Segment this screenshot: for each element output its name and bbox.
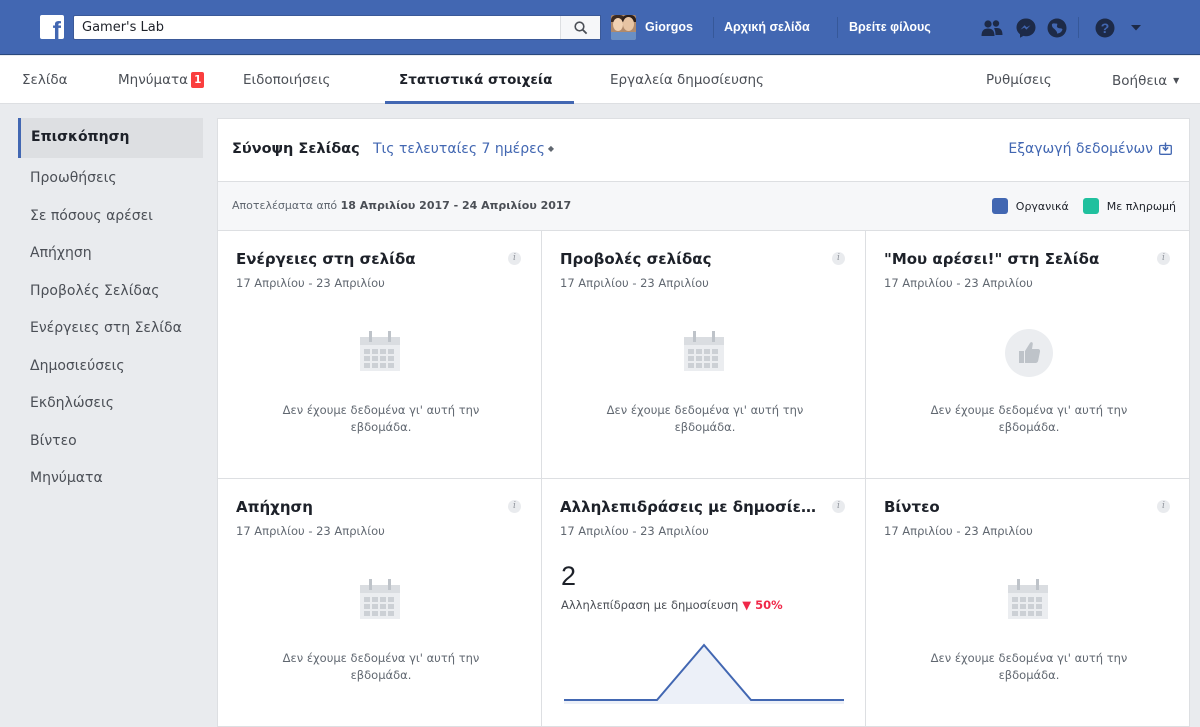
account-menu-caret-icon[interactable] xyxy=(1130,24,1142,32)
help-icon[interactable]: ? xyxy=(1093,16,1117,40)
search-input[interactable] xyxy=(74,16,554,39)
page-summary-panel: Σύνοψη Σελίδας Τις τελευταίες 7 ημέρες ◆ … xyxy=(217,118,1190,727)
calendar-icon xyxy=(1008,579,1048,619)
sidebar-item-posts[interactable]: Δημοσιεύσεις xyxy=(18,346,203,384)
search-box xyxy=(73,15,601,40)
tab-messages-label: Μηνύματα xyxy=(118,72,189,88)
calendar-icon xyxy=(360,579,400,619)
calendar-icon xyxy=(360,331,400,371)
page-navigation-bar: Σελίδα Μηνύματα 1 Ειδοποιήσεις Στατιστικά… xyxy=(0,56,1200,104)
results-bar: Αποτελέσματα από 18 Απριλίου 2017 - 24 Α… xyxy=(218,182,1189,231)
insights-sidebar: Επισκόπηση Προωθήσεις Σε πόσους αρέσει Α… xyxy=(18,118,203,496)
tile-page-likes[interactable]: "Μου αρέσει!" στη Σελίδα 17 Απριλίου - 2… xyxy=(866,231,1190,479)
settings-link[interactable]: Ρυθμίσεις xyxy=(986,56,1052,104)
download-icon xyxy=(1159,142,1172,155)
search-button[interactable] xyxy=(560,16,600,39)
facebook-logo-icon[interactable]: f xyxy=(40,15,64,39)
legend-paid: Με πληρωμή xyxy=(1082,198,1176,214)
tab-page[interactable]: Σελίδα xyxy=(22,56,68,104)
info-icon[interactable]: i xyxy=(832,252,845,265)
tab-publishing-tools[interactable]: Εργαλεία δημοσίευσης xyxy=(610,56,764,104)
help-menu[interactable]: Βοήθεια ▼ xyxy=(1112,56,1179,104)
messenger-icon[interactable] xyxy=(1014,16,1038,40)
tile-date: 17 Απριλίου - 23 Απριλίου xyxy=(560,524,709,538)
engagement-count: 2 xyxy=(561,561,577,591)
tile-date: 17 Απριλίου - 23 Απριλίου xyxy=(884,276,1033,290)
tile-title: Ενέργειες στη σελίδα xyxy=(236,250,416,268)
export-data-button[interactable]: Εξαγωγή δεδομένων xyxy=(1008,141,1172,157)
sidebar-item-reach[interactable]: Απήχηση xyxy=(18,233,203,271)
profile-link[interactable]: Giorgos xyxy=(645,18,693,36)
tab-messages[interactable]: Μηνύματα 1 xyxy=(118,56,205,104)
legend-organic-swatch xyxy=(991,198,1008,214)
sidebar-item-likes[interactable]: Σε πόσους αρέσει xyxy=(18,196,203,234)
tile-title: Βίντεο xyxy=(884,498,940,516)
friend-requests-icon[interactable] xyxy=(980,16,1004,40)
info-icon[interactable]: i xyxy=(832,500,845,513)
summary-header: Σύνοψη Σελίδας Τις τελευταίες 7 ημέρες ◆ … xyxy=(218,119,1189,182)
change-down-indicator: ▼ 50% xyxy=(742,598,783,612)
tile-reach[interactable]: Απήχηση 17 Απριλίου - 23 Απριλίου i Δεν … xyxy=(218,479,542,727)
sidebar-item-events[interactable]: Εκδηλώσεις xyxy=(18,383,203,421)
sidebar-item-overview[interactable]: Επισκόπηση xyxy=(18,118,203,158)
no-data-message: Δεν έχουμε δεδομένα γι' αυτή την εβδομάδ… xyxy=(282,651,480,682)
info-icon[interactable]: i xyxy=(1157,252,1170,265)
info-icon[interactable]: i xyxy=(508,252,521,265)
tile-date: 17 Απριλίου - 23 Απριλίου xyxy=(560,276,709,290)
no-data-message: Δεν έχουμε δεδομένα γι' αυτή την εβδομάδ… xyxy=(606,403,804,434)
info-icon[interactable]: i xyxy=(508,500,521,513)
legend-paid-swatch xyxy=(1082,198,1099,214)
tile-date: 17 Απριλίου - 23 Απριλίου xyxy=(884,524,1033,538)
results-range-text: Αποτελέσματα από 18 Απριλίου 2017 - 24 Α… xyxy=(232,199,572,212)
home-link[interactable]: Αρχική σελίδα xyxy=(724,18,810,36)
sidebar-item-messages[interactable]: Μηνύματα xyxy=(18,458,203,496)
sidebar-item-page-views[interactable]: Προβολές Σελίδας xyxy=(18,271,203,309)
svg-text:?: ? xyxy=(1101,20,1110,36)
tile-date: 17 Απριλίου - 23 Απριλίου xyxy=(236,524,385,538)
no-data-message: Δεν έχουμε δεδομένα γι' αυτή την εβδομάδ… xyxy=(930,651,1128,682)
sidebar-item-videos[interactable]: Βίντεο xyxy=(18,421,203,459)
sidebar-item-page-actions[interactable]: Ενέργειες στη Σελίδα xyxy=(18,308,203,346)
tile-title: "Μου αρέσει!" στη Σελίδα xyxy=(884,250,1100,268)
export-data-label: Εξαγωγή δεδομένων xyxy=(1008,141,1153,157)
help-menu-label: Βοήθεια xyxy=(1112,73,1168,89)
chevron-down-icon: ▼ xyxy=(1173,76,1180,85)
engagement-label: Αλληλεπίδραση με δημοσίευση ▼ 50% xyxy=(561,598,783,612)
active-tab-indicator xyxy=(385,101,574,104)
top-navigation-bar: f Giorgos Αρχική σελίδα Βρείτε φίλους ? xyxy=(0,0,1200,55)
user-avatar[interactable] xyxy=(611,15,636,40)
legend: Οργανικά Με πληρωμή xyxy=(978,198,1176,214)
tile-date: 17 Απριλίου - 23 Απριλίου xyxy=(236,276,385,290)
divider xyxy=(1078,17,1079,38)
find-friends-link[interactable]: Βρείτε φίλους xyxy=(849,18,931,36)
tab-insights[interactable]: Στατιστικά στοιχεία xyxy=(399,56,552,104)
tile-title: Αλληλεπιδράσεις με δημοσίε… xyxy=(560,498,816,516)
search-icon xyxy=(574,21,588,35)
unread-badge: 1 xyxy=(191,72,205,88)
sidebar-item-promotions[interactable]: Προωθήσεις xyxy=(18,158,203,196)
tab-notifications[interactable]: Ειδοποιήσεις xyxy=(243,56,330,104)
calendar-icon xyxy=(684,331,724,371)
tile-page-actions[interactable]: Ενέργειες στη σελίδα 17 Απριλίου - 23 Απ… xyxy=(218,231,542,479)
dropdown-arrows-icon: ◆ xyxy=(547,144,555,153)
no-data-message: Δεν έχουμε δεδομένα γι' αυτή την εβδομάδ… xyxy=(282,403,480,434)
engagement-sparkline xyxy=(564,643,844,704)
results-range: 18 Απριλίου 2017 - 24 Απριλίου 2017 xyxy=(340,199,572,212)
tile-title: Απήχηση xyxy=(236,498,313,516)
summary-title: Σύνοψη Σελίδας xyxy=(232,141,360,157)
info-icon[interactable]: i xyxy=(1157,500,1170,513)
tile-title: Προβολές σελίδας xyxy=(560,250,712,268)
divider xyxy=(837,17,838,38)
no-data-message: Δεν έχουμε δεδομένα γι' αυτή την εβδομάδ… xyxy=(930,403,1128,434)
legend-organic: Οργανικά xyxy=(991,198,1069,214)
thumbs-up-icon xyxy=(1005,329,1053,377)
tile-page-views[interactable]: Προβολές σελίδας 17 Απριλίου - 23 Απριλί… xyxy=(542,231,866,479)
tile-post-engagement[interactable]: Αλληλεπιδράσεις με δημοσίε… 17 Απριλίου … xyxy=(542,479,866,727)
date-range-dropdown[interactable]: Τις τελευταίες 7 ημέρες ◆ xyxy=(373,141,554,157)
tile-videos[interactable]: Βίντεο 17 Απριλίου - 23 Απριλίου i Δεν έ… xyxy=(866,479,1190,727)
date-range-label: Τις τελευταίες 7 ημέρες xyxy=(373,141,545,157)
notifications-globe-icon[interactable] xyxy=(1045,16,1069,40)
divider xyxy=(713,17,714,38)
